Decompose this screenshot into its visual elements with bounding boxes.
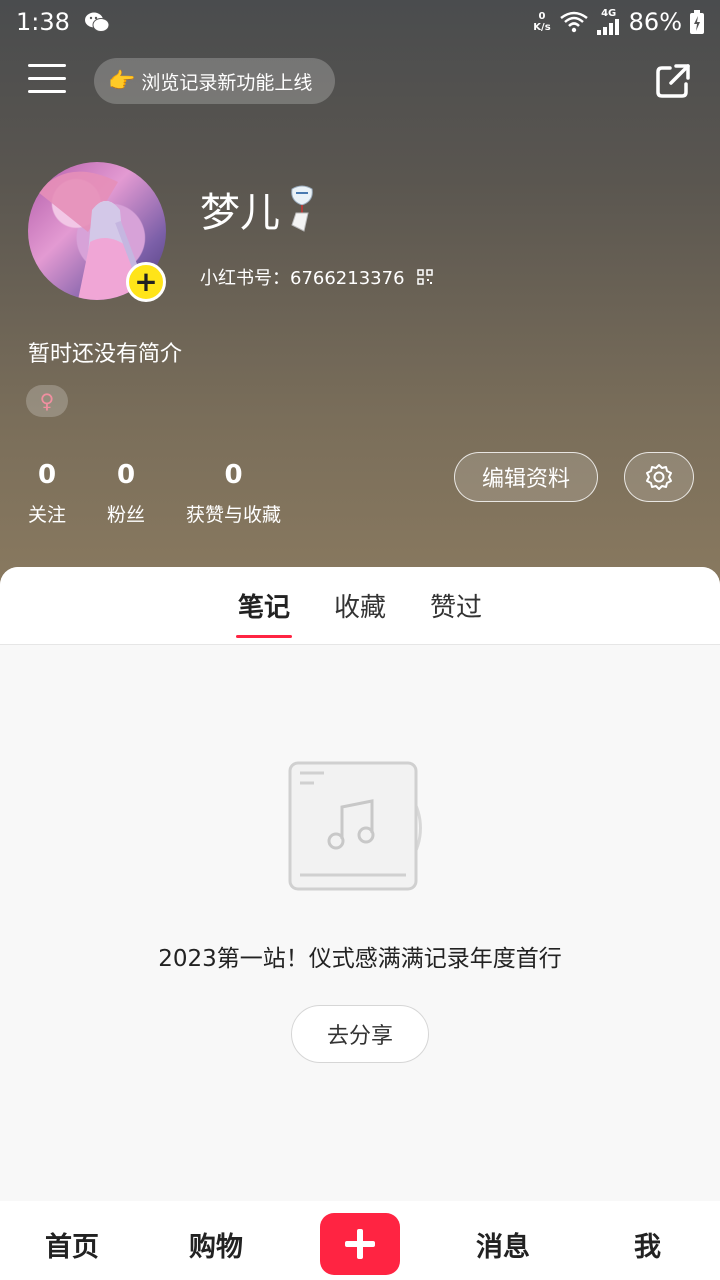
post-button[interactable]	[320, 1213, 400, 1275]
history-banner-text: 浏览记录新功能上线	[141, 71, 313, 94]
plus-icon	[345, 1229, 375, 1259]
settings-button[interactable]	[624, 452, 694, 502]
stat-label: 粉丝	[107, 504, 146, 526]
profile-tabs: 笔记 收藏 赞过	[0, 567, 720, 645]
cellular-signal: 4G	[596, 8, 621, 35]
stat-value: 0	[116, 460, 136, 490]
username-text: 梦儿	[200, 190, 280, 236]
tab-notes[interactable]: 笔记	[235, 587, 292, 638]
red-id: 小红书号：6766213376	[200, 264, 433, 290]
signal-icon	[596, 19, 619, 35]
stat-followers[interactable]: 0 粉丝	[107, 460, 145, 527]
music-album-icon	[288, 761, 422, 891]
net-speed: 0 K/s	[533, 11, 550, 33]
stat-label: 关注	[28, 504, 67, 526]
history-banner[interactable]: 👉 浏览记录新功能上线	[94, 58, 335, 104]
nav-me[interactable]: 我	[634, 1225, 661, 1264]
nav-messages[interactable]: 消息	[476, 1225, 530, 1264]
gear-icon	[646, 464, 672, 490]
share-button[interactable]: 去分享	[291, 1005, 429, 1063]
qr-code-icon[interactable]	[416, 269, 433, 285]
stat-label: 获赞与收藏	[186, 504, 282, 526]
wind-chime-badge-icon	[291, 185, 313, 232]
stat-value: 0	[37, 460, 57, 490]
wechat-icon	[84, 12, 110, 32]
net-speed-unit: K/s	[533, 22, 551, 33]
red-id-text: 小红书号：6766213376	[200, 268, 405, 289]
menu-button[interactable]	[28, 64, 66, 96]
stat-likes-collects[interactable]: 0 获赞与收藏	[186, 460, 281, 527]
empty-state-message: 2023第一站！仪式感满满记录年度首行	[158, 946, 562, 972]
menu-icon-line	[28, 64, 66, 67]
battery-charging-icon	[690, 10, 704, 34]
tab-liked[interactable]: 赞过	[428, 587, 484, 624]
battery-percent: 86%	[628, 8, 682, 36]
female-icon: ♀	[39, 389, 55, 413]
status-bar: 1:38 0 K/s 4G 86%	[0, 0, 720, 44]
menu-icon-line	[28, 77, 66, 80]
nav-shop[interactable]: 购物	[189, 1225, 243, 1264]
net-speed-value: 0	[538, 11, 546, 22]
status-indicators: 0 K/s 4G 86%	[533, 8, 704, 36]
pointing-hand-icon: 👉	[108, 68, 136, 94]
stat-value: 0	[224, 460, 243, 490]
bio[interactable]: 暂时还没有简介	[28, 336, 182, 368]
username: 梦儿	[200, 180, 318, 238]
share-external-icon[interactable]	[654, 62, 692, 100]
nav-home[interactable]: 首页	[45, 1225, 99, 1264]
content-panel: 笔记 收藏 赞过 2023第一站！仪式感满满记录年度首行 去分享	[0, 567, 720, 1201]
menu-icon-line	[28, 90, 66, 93]
status-time: 1:38	[16, 8, 70, 36]
bottom-nav: 首页 购物 消息 我	[0, 1201, 720, 1280]
wifi-icon	[559, 11, 588, 33]
network-type: 4G	[601, 8, 617, 19]
gender-tag: ♀	[26, 385, 68, 417]
avatar-add-button[interactable]: +	[126, 262, 166, 302]
tab-collections[interactable]: 收藏	[332, 587, 388, 624]
edit-profile-button[interactable]: 编辑资料	[454, 452, 598, 502]
stat-following[interactable]: 0 关注	[28, 460, 66, 527]
